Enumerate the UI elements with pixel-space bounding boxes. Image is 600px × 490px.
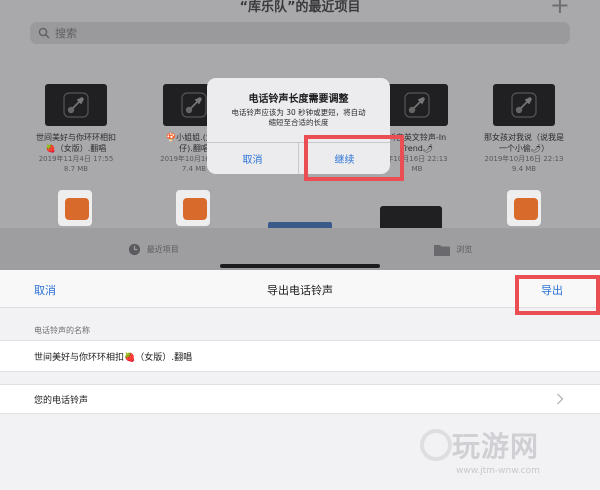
garageband-thumbnail[interactable] (507, 190, 541, 226)
tab-browse[interactable]: 浏览 (434, 243, 472, 256)
watermark-text: 玩游网 (452, 430, 540, 463)
sheet-nav-bar: 取消 导出电话铃声 导出 (0, 270, 600, 308)
continue-highlight-box (304, 135, 404, 181)
tab-recent-label: 最近项目 (146, 244, 179, 254)
home-indicator (220, 264, 380, 268)
chevron-right-icon (557, 393, 564, 405)
tab-recent[interactable]: 最近项目 (128, 243, 179, 256)
folder-icon (434, 244, 451, 256)
alert-message-line1: 电话铃声应该为 30 秒钟或更短，将自动 (231, 108, 366, 117)
watermark-url: www.jtm-wnw.com (456, 466, 540, 476)
guitar-icon (404, 92, 430, 118)
file-name: 那女孩对我说（说我是 (484, 133, 564, 142)
ringtone-name-section-label: 电话铃声的名称 (34, 326, 90, 335)
guitar-thumbnail (45, 84, 107, 126)
export-highlight-box (515, 275, 600, 315)
file-size: 8.7 MB (63, 165, 89, 173)
add-icon[interactable]: + (550, 0, 570, 19)
garageband-thumbnail[interactable] (58, 190, 92, 226)
guitar-icon (63, 92, 89, 118)
guitar-icon (181, 92, 207, 118)
garageband-thumbnail[interactable] (176, 190, 210, 226)
guitar-icon (511, 92, 537, 118)
ringtone-name-field[interactable]: 世间美好与你环环相扣🍓（女版）.翻唱 (0, 340, 600, 372)
file-name-line2: 🍓（女版）.翻唱 (45, 144, 107, 153)
file-name: 世间美好与你环环相扣 (36, 133, 116, 142)
guitar-thumbnail (386, 84, 448, 126)
search-icon (38, 27, 50, 39)
sheet-title: 导出电话铃声 (267, 284, 333, 297)
file-item[interactable]: 世间美好与你环环相扣 🍓（女版）.翻唱 2019年11月4日 17:55 8.7… (21, 84, 131, 174)
file-date: 2019年11月4日 17:55 (38, 155, 114, 163)
alert-title: 电话铃声长度需要调整 (248, 94, 349, 105)
ringtone-name-value: 世间美好与你环环相扣🍓（女版）.翻唱 (34, 353, 193, 363)
file-item[interactable]: 那女孩对我说（说我是 一个小偷🌶） 2019年10月16日 22:13 9.4 … (469, 84, 579, 174)
guitar-thumbnail[interactable] (380, 206, 442, 228)
search-placeholder: 搜索 (55, 27, 77, 40)
file-date: 2019年10月16日 22:13 (484, 155, 564, 163)
alert-cancel-button[interactable]: 取消 (207, 143, 298, 174)
your-ringtones-row[interactable]: 您的电话铃声 (0, 384, 600, 414)
clock-icon (128, 243, 140, 255)
file-name-line2: 一个小偷🌶） (498, 144, 550, 153)
tab-browse-label: 浏览 (456, 244, 473, 254)
alert-message: 电话铃声应该为 30 秒钟或更短，将自动 缩短至合适的长度 (207, 105, 390, 128)
your-ringtones-label: 您的电话铃声 (34, 396, 89, 406)
guitar-thumbnail (493, 84, 555, 126)
search-input[interactable]: 搜索 (30, 22, 570, 44)
file-size: 9.4 MB (511, 165, 537, 173)
browser-title: “库乐队”的最近项目 (239, 0, 361, 15)
alert-message-line2: 缩短至合适的长度 (268, 118, 329, 127)
